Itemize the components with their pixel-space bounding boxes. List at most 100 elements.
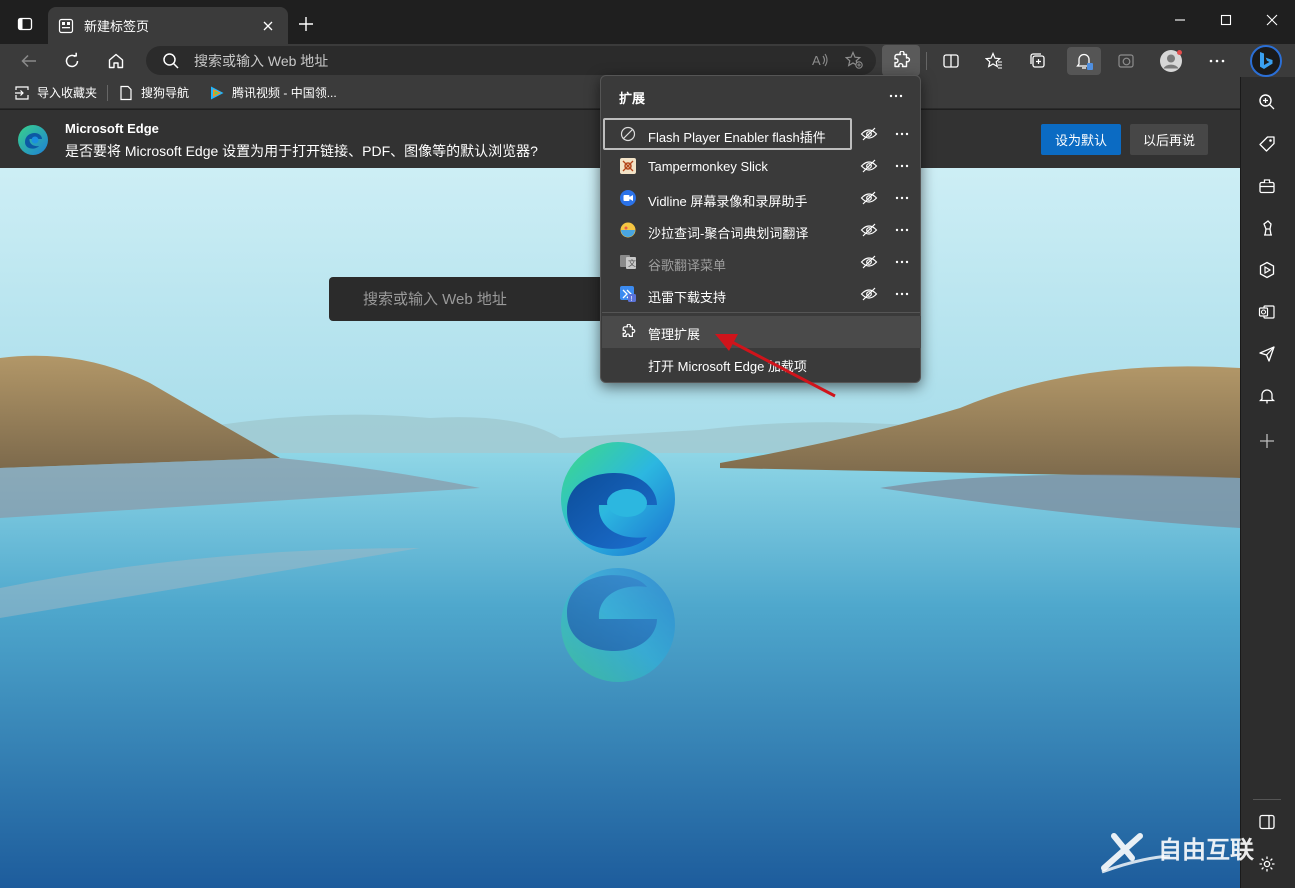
banner-title: Microsoft Edge <box>65 121 159 136</box>
search-plus-icon <box>1259 94 1275 110</box>
sidebar-shopping-button[interactable] <box>1255 132 1279 156</box>
extension-name: 沙拉查词-聚合词典划词翻译 <box>648 226 809 241</box>
maximize-icon <box>1220 14 1232 26</box>
extension-item-thunder[interactable]: ! 迅雷下载支持 <box>602 278 921 310</box>
edge-logo-icon <box>18 125 48 155</box>
close-icon <box>263 21 273 30</box>
settings-more-button[interactable] <box>1203 47 1231 75</box>
eye-hidden-icon[interactable] <box>860 254 878 270</box>
eye-hidden-icon[interactable] <box>860 222 878 238</box>
bing-chat-button[interactable] <box>1250 45 1282 77</box>
extension-more-button[interactable] <box>892 124 912 144</box>
sidebar-search-button[interactable] <box>1255 90 1279 114</box>
address-input[interactable] <box>194 52 774 69</box>
open-edge-addons-label: 打开 Microsoft Edge 加载项 <box>648 359 807 374</box>
manage-extensions-item[interactable]: 管理扩展 <box>602 316 921 348</box>
puzzle-icon <box>894 50 911 67</box>
new-tab-button[interactable] <box>294 12 318 36</box>
refresh-button[interactable] <box>58 47 86 75</box>
saladict-icon <box>620 222 636 238</box>
extension-more-button[interactable] <box>892 284 912 304</box>
extension-item-vidline[interactable]: Vidline 屏幕录像和录屏助手 <box>602 182 921 214</box>
outlook-icon <box>1258 305 1275 319</box>
page-search-box[interactable] <box>329 277 611 321</box>
open-edge-addons-item[interactable]: 打开 Microsoft Edge 加载项 <box>602 348 921 380</box>
import-icon <box>14 85 30 101</box>
svg-text:文: 文 <box>628 258 636 268</box>
edge-browser-icon <box>1118 54 1134 68</box>
edge-logo-icon <box>561 442 675 556</box>
sidebar-games-button[interactable] <box>1255 216 1279 240</box>
tab-title: 新建标签页 <box>84 19 150 34</box>
eye-hidden-icon[interactable] <box>860 190 878 206</box>
split-screen-button[interactable] <box>937 47 965 75</box>
sidebar-office-button[interactable] <box>1255 258 1279 282</box>
extension-more-button[interactable] <box>892 220 912 240</box>
edge-feature-button[interactable] <box>1112 47 1140 75</box>
extension-item-saladict[interactable]: 沙拉查词-聚合词典划词翻译 <box>602 214 921 246</box>
sidebar-add-button[interactable] <box>1255 429 1279 453</box>
plus-icon <box>299 17 313 31</box>
cloud-bell-icon <box>1258 389 1276 404</box>
favorite-tencent-video[interactable]: 腾讯视频 - 中国领... <box>209 84 337 101</box>
extension-item-google-translate[interactable]: 文 谷歌翻译菜单 <box>602 246 921 278</box>
extensions-button[interactable] <box>882 45 920 76</box>
eye-hidden-icon[interactable] <box>860 126 878 142</box>
eye-hidden-icon[interactable] <box>860 286 878 302</box>
close-window-button[interactable] <box>1249 0 1295 40</box>
profile-button[interactable] <box>1157 47 1185 75</box>
split-screen-icon <box>943 54 959 68</box>
thunder-icon: ! <box>620 286 636 302</box>
address-bar[interactable]: A <box>146 46 876 75</box>
extensions-menu-more-button[interactable] <box>885 85 907 107</box>
extension-item-tampermonkey[interactable]: Tampermonkey Slick <box>602 150 921 182</box>
sidebar-outlook-button[interactable] <box>1255 300 1279 324</box>
read-aloud-button[interactable]: A <box>810 50 830 70</box>
sidebar-tools-button[interactable] <box>1255 174 1279 198</box>
more-icon <box>895 164 909 168</box>
tab-actions-menu-button[interactable] <box>10 11 40 37</box>
extension-item-flash[interactable]: Flash Player Enabler flash插件 <box>602 118 921 150</box>
read-aloud-icon: A <box>812 53 828 68</box>
minimize-button[interactable] <box>1157 0 1203 40</box>
more-icon <box>895 196 909 200</box>
send-icon <box>1259 346 1275 362</box>
set-default-button[interactable]: 设为默认 <box>1041 124 1121 155</box>
sidebar-drop-button[interactable] <box>1255 342 1279 366</box>
office-icon <box>1259 261 1275 279</box>
extension-more-button[interactable] <box>892 188 912 208</box>
tab-new-tab[interactable]: 新建标签页 <box>48 7 288 44</box>
sidebar-cloud-button[interactable] <box>1255 384 1279 408</box>
notifications-button[interactable] <box>1067 47 1101 75</box>
edge-logo-reflection <box>561 568 675 682</box>
star-add-icon <box>845 51 863 69</box>
vidline-icon <box>620 190 636 206</box>
extension-name: 迅雷下载支持 <box>648 290 727 305</box>
back-button[interactable] <box>15 47 43 75</box>
eye-hidden-icon[interactable] <box>860 158 878 174</box>
sidebar-divider <box>1253 799 1281 800</box>
bing-icon <box>1260 52 1273 69</box>
not-now-button[interactable]: 以后再说 <box>1130 124 1208 155</box>
more-icon <box>895 260 909 264</box>
extension-more-button[interactable] <box>892 156 912 176</box>
extension-more-button[interactable] <box>892 252 912 272</box>
tampermonkey-icon <box>620 158 636 174</box>
extension-name: Tampermonkey Slick <box>648 159 768 174</box>
extension-name: Flash Player Enabler flash插件 <box>648 130 826 145</box>
maximize-button[interactable] <box>1203 0 1249 40</box>
tab-actions-icon <box>17 17 33 31</box>
minimize-icon <box>1175 19 1185 21</box>
tab-close-button[interactable] <box>258 16 278 36</box>
collections-button[interactable] <box>1024 47 1052 75</box>
favorite-import[interactable]: 导入收藏夹 <box>14 84 97 101</box>
extensions-menu-title: 扩展 <box>619 91 646 106</box>
home-button[interactable] <box>102 47 130 75</box>
add-favorite-button[interactable] <box>844 50 864 70</box>
favorite-sogou[interactable]: 搜狗导航 <box>118 84 189 101</box>
toolbar-separator <box>926 52 927 70</box>
extension-name: Vidline 屏幕录像和录屏助手 <box>648 194 808 209</box>
page-search-input[interactable] <box>363 290 603 308</box>
favorites-button[interactable] <box>980 47 1008 75</box>
more-icon <box>1209 59 1225 63</box>
